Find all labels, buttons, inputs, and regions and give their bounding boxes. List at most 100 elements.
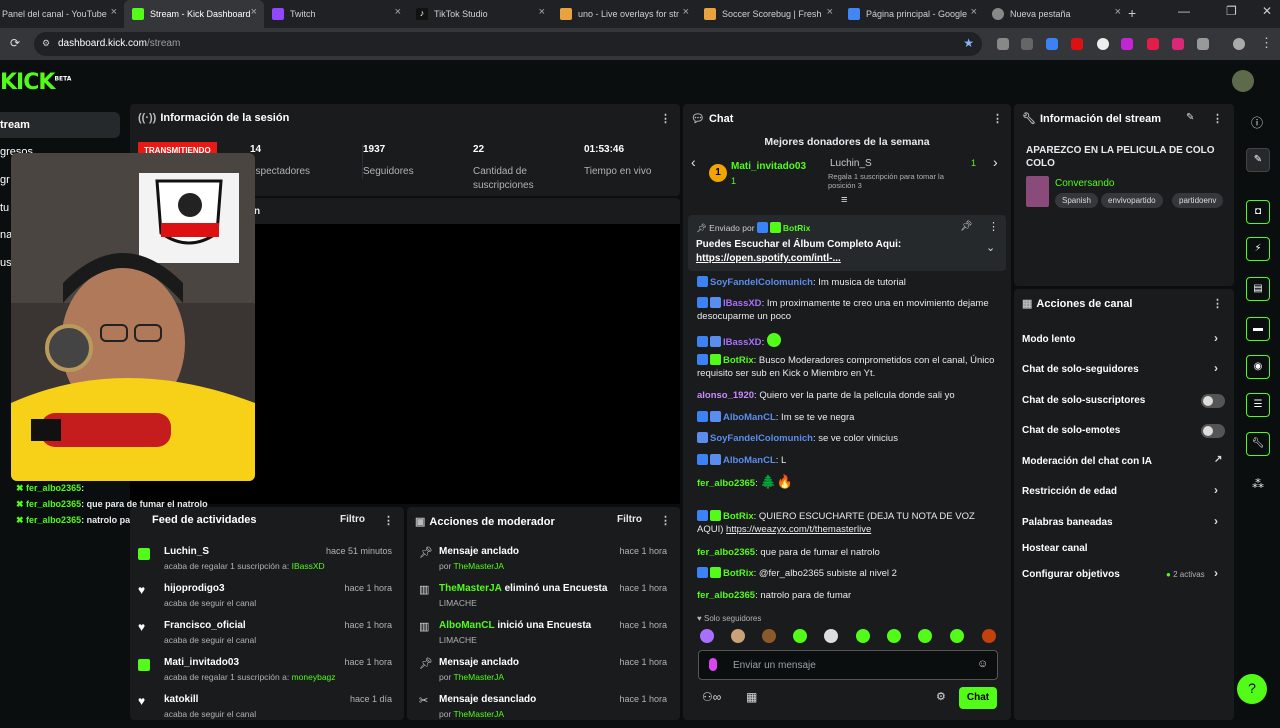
action-age-restriction[interactable]: Restricción de edad	[1022, 486, 1117, 497]
tab-tiktok[interactable]: ♪ TikTok Studio ×	[408, 0, 552, 28]
chevron-right-icon[interactable]: ›	[1214, 514, 1218, 528]
tab-google[interactable]: Página principal - Google ×	[840, 0, 984, 28]
minimize-icon[interactable]: —	[1178, 4, 1190, 18]
more-options-icon[interactable]: ⋮	[660, 112, 671, 125]
emoji-picker-icon[interactable]: ☺	[977, 658, 988, 670]
kick-points-icon[interactable]: ⚇∞	[702, 690, 721, 704]
maximize-icon[interactable]: ❐	[1226, 4, 1237, 18]
extension-icon[interactable]	[1147, 38, 1159, 50]
profile-avatar-icon[interactable]	[1233, 38, 1245, 50]
activity-filter-button[interactable]: Filtro	[340, 514, 365, 525]
more-options-icon[interactable]: ⋮	[988, 220, 999, 233]
extension-icon[interactable]	[1021, 38, 1033, 50]
emote-icon[interactable]	[762, 629, 776, 643]
more-options-icon[interactable]: ⋮	[1212, 112, 1223, 125]
emote-icon[interactable]	[824, 629, 838, 643]
broadcast-icon[interactable]: ◉	[1246, 355, 1270, 379]
extension-icon[interactable]	[1046, 38, 1058, 50]
close-icon[interactable]: ×	[111, 6, 117, 18]
reload-icon[interactable]: ⟳	[10, 36, 20, 50]
shield-extension-icon[interactable]	[997, 38, 1009, 50]
close-icon[interactable]: ×	[539, 6, 545, 18]
action-configure-goals[interactable]: Configurar objetivos	[1022, 569, 1120, 580]
lightning-icon[interactable]: ⚡︎	[1246, 237, 1270, 261]
chat-bubble-icon[interactable]: ▬	[1246, 317, 1270, 341]
emote-icon[interactable]	[793, 629, 807, 643]
close-icon[interactable]: ×	[1115, 6, 1121, 18]
wrench-icon[interactable]: 🔧︎	[1246, 432, 1270, 456]
help-support-icon[interactable]: ?	[1237, 674, 1267, 704]
tab-soccer-scorebug[interactable]: Soccer Scorebug | Fresh ×	[696, 0, 840, 28]
action-ai-moderation[interactable]: Moderación del chat con IA	[1022, 456, 1152, 467]
emote-icon[interactable]	[982, 629, 996, 643]
extension-icon[interactable]	[1121, 38, 1133, 50]
tab-kick-dashboard[interactable]: Stream - Kick Dashboard ×	[124, 0, 264, 28]
chevron-right-icon[interactable]: ›	[1214, 331, 1218, 345]
chevron-right-icon[interactable]: ›	[1214, 566, 1218, 580]
palette-icon[interactable]: ⁂	[1252, 477, 1264, 491]
pinned-message[interactable]: 📌︎ Enviado por BotRix 📌︎ ⋮ Puedes Escuch…	[688, 215, 1006, 271]
more-options-icon[interactable]: ⋮	[992, 112, 1003, 125]
category-name[interactable]: Conversando	[1055, 178, 1114, 189]
action-host-channel[interactable]: Hostear canal	[1022, 543, 1088, 554]
sidebar-item[interactable]: tu	[0, 202, 9, 214]
more-options-icon[interactable]: ⋮	[660, 514, 671, 527]
close-icon[interactable]: ×	[395, 6, 401, 18]
browser-menu-icon[interactable]: ⋮	[1260, 35, 1273, 51]
emotes-only-toggle[interactable]	[1201, 424, 1225, 438]
send-chat-button[interactable]: Chat	[959, 687, 997, 709]
action-slow-mode[interactable]: Modo lento	[1022, 334, 1075, 345]
tab-youtube[interactable]: Panel del canal - YouTube ×	[0, 0, 124, 28]
sidebar-item[interactable]: us	[0, 257, 12, 269]
action-followers-only[interactable]: Chat de solo-seguidores	[1022, 364, 1139, 375]
external-link-icon[interactable]: ↗	[1214, 454, 1222, 465]
chevron-left-icon[interactable]: ‹	[691, 154, 696, 170]
stack-icon[interactable]: ☰	[1246, 393, 1270, 417]
edit-pencil-icon[interactable]: ✎	[1246, 148, 1270, 172]
tab-new[interactable]: Nueva pestaña ×	[984, 0, 1128, 28]
mic-icon[interactable]	[709, 658, 717, 671]
chevron-down-icon[interactable]: ⌄	[986, 241, 995, 254]
extensions-puzzle-icon[interactable]	[1197, 38, 1209, 50]
extension-icon[interactable]	[1172, 38, 1184, 50]
close-icon[interactable]: ×	[683, 6, 689, 18]
more-options-icon[interactable]: ⋮	[383, 514, 394, 527]
url-field[interactable]: ⚙ dashboard.kick.com/stream ★	[34, 32, 982, 56]
moderator-filter-button[interactable]: Filtro	[617, 514, 642, 525]
chevron-right-icon[interactable]: ›	[993, 154, 998, 170]
edit-pencil-icon[interactable]: ✎	[1186, 112, 1194, 123]
pinned-link[interactable]: https://open.spotify.com/intl-...	[696, 253, 841, 264]
chat-input[interactable]: Enviar un mensaje ☺	[698, 650, 998, 680]
subscribers-only-toggle[interactable]	[1201, 394, 1225, 408]
new-tab-icon[interactable]: +	[1128, 5, 1136, 21]
sidebar-item-stream[interactable]: tream	[0, 112, 120, 138]
gift-sub-icon[interactable]: ▦	[746, 690, 757, 704]
chat-link[interactable]: https://weazyx.com/t/themasterlive	[726, 524, 871, 535]
extension-icon[interactable]	[1097, 38, 1109, 50]
chevron-right-icon[interactable]: ›	[1214, 361, 1218, 375]
more-options-icon[interactable]: ⋮	[1212, 297, 1223, 310]
emote-icon[interactable]	[887, 629, 901, 643]
info-icon[interactable]: ⓘ	[1251, 114, 1263, 131]
notes-icon[interactable]: ▤	[1246, 277, 1270, 301]
emote-icon[interactable]	[856, 629, 870, 643]
close-icon[interactable]: ×	[251, 6, 257, 18]
chevron-right-icon[interactable]: ›	[1214, 483, 1218, 497]
emote-icon[interactable]	[950, 629, 964, 643]
bookmark-star-icon[interactable]: ★	[963, 36, 974, 50]
user-avatar[interactable]	[1232, 70, 1254, 92]
kick-logo[interactable]: KICKBETA	[0, 70, 71, 95]
capture-icon[interactable]: ◘	[1246, 200, 1270, 224]
close-icon[interactable]: ×	[971, 6, 977, 18]
sidebar-item[interactable]: gr	[0, 174, 10, 186]
emote-icon[interactable]	[700, 629, 714, 643]
collapse-icon[interactable]: ≡	[841, 194, 847, 206]
tab-twitch[interactable]: Twitch ×	[264, 0, 408, 28]
emote-icon[interactable]	[731, 629, 745, 643]
action-banned-words[interactable]: Palabras baneadas	[1022, 517, 1113, 528]
site-info-icon[interactable]: ⚙	[42, 38, 50, 49]
emote-icon[interactable]	[918, 629, 932, 643]
close-icon[interactable]: ×	[827, 6, 833, 18]
pin-icon[interactable]: 📌︎	[960, 221, 973, 232]
chat-settings-icon[interactable]: ⚙	[936, 690, 946, 703]
